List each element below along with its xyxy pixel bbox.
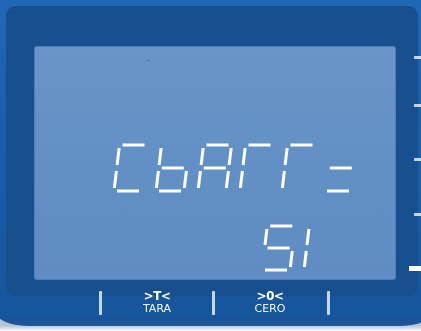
tara-label: TARA [142,302,172,315]
lcd-segment [305,228,311,246]
bezel-bottom-edge [0,318,421,331]
lcd-segment [227,147,233,166]
indicator-tick [414,158,421,161]
cero-button[interactable]: >0< CERO [240,290,300,314]
lcd-segment [199,147,205,166]
lcd-segment [224,170,230,189]
lcd-segment [154,170,160,189]
lcd-segment [115,147,121,166]
indicator-tick-active [409,266,421,271]
tara-button[interactable]: >T< TARA [127,290,187,314]
lcd-segment [263,228,269,246]
tara-symbol: >T< [143,289,171,303]
cero-symbol: >0< [256,289,284,303]
cero-label: CERO [254,302,286,315]
indicator-tick [414,56,421,59]
display-line-1 [112,143,352,193]
lcd-segment [196,170,202,189]
lcd-segment [283,147,289,166]
lcd-segment [238,170,244,189]
indicator-tick [414,104,421,107]
indicator-tick [414,213,421,216]
lcd-segment [280,170,286,189]
segment-display [112,143,352,272]
lcd-segment [302,250,308,268]
lcd-segment [241,147,247,166]
display-line-2 [263,224,311,272]
key-divider [212,291,215,315]
key-divider [327,291,330,315]
lcd-display [34,46,396,280]
scale-device: >T< TARA >0< CERO [0,0,421,331]
lcd-segment [157,147,163,166]
lcd-segment [182,170,188,189]
lcd-segment [112,170,118,189]
key-divider [99,291,102,315]
lcd-segment [288,250,294,268]
